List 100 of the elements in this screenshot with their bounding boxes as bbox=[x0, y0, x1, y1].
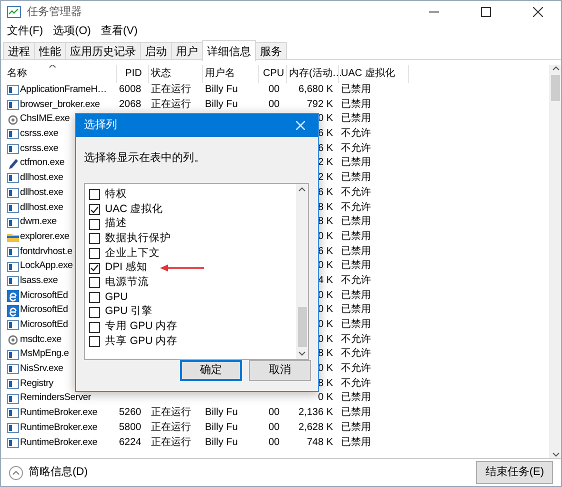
option-label[interactable]: 数据执行保护 bbox=[105, 231, 171, 247]
table-cell: 5800 bbox=[119, 422, 142, 433]
list-scrollbar[interactable] bbox=[296, 184, 308, 359]
table-cell: 已禁用 bbox=[341, 260, 371, 272]
window-icon bbox=[7, 172, 19, 184]
tab[interactable]: 启动 bbox=[140, 42, 172, 59]
option-label[interactable]: 企业上下文 bbox=[105, 246, 160, 262]
checkbox[interactable] bbox=[89, 306, 100, 318]
checkbox[interactable] bbox=[89, 248, 100, 260]
column-header[interactable]: 用户名 bbox=[205, 68, 235, 79]
end-task-button[interactable]: 结束任务(E) bbox=[476, 461, 553, 484]
scroll-up-icon[interactable] bbox=[552, 65, 560, 71]
option-label[interactable]: GPU 引擎 bbox=[105, 304, 153, 320]
table-cell: Billy Fu bbox=[205, 84, 238, 95]
process-name: dllhost.exe bbox=[20, 171, 64, 186]
table-cell: 6008 bbox=[119, 84, 142, 95]
window-icon bbox=[7, 422, 19, 434]
option-label[interactable]: UAC 虚拟化 bbox=[105, 202, 164, 218]
tab[interactable]: 详细信息 bbox=[202, 40, 256, 61]
e-logo-icon bbox=[7, 290, 19, 302]
process-name: RemindersServer bbox=[20, 391, 91, 406]
process-name: LockApp.exe bbox=[20, 259, 73, 274]
process-name: csrss.exe bbox=[20, 142, 58, 156]
table-cell: 正在运行 bbox=[151, 436, 191, 448]
scroll-thumb[interactable] bbox=[551, 75, 560, 101]
cancel-button[interactable]: 取消 bbox=[249, 360, 311, 381]
process-name: ChsIME.exe bbox=[20, 112, 70, 126]
scroll-down-icon[interactable] bbox=[298, 351, 306, 357]
checkbox[interactable] bbox=[89, 218, 100, 230]
checkbox[interactable] bbox=[89, 233, 100, 244]
option-label[interactable]: GPU bbox=[105, 290, 128, 306]
table-cell: 已禁用 bbox=[341, 290, 371, 301]
process-name: csrss.exe bbox=[20, 127, 58, 142]
table-cell: 2,628 K bbox=[298, 422, 333, 433]
window-icon bbox=[7, 260, 19, 273]
column-header[interactable]: CPU bbox=[262, 68, 284, 79]
table-cell: 已禁用 bbox=[341, 422, 371, 433]
table-cell: Billy Fu bbox=[205, 422, 238, 433]
process-name: fontdrvhost.e bbox=[20, 244, 72, 259]
table-cell: 748 K bbox=[306, 436, 333, 448]
checkbox[interactable] bbox=[89, 262, 100, 274]
process-name: MicrosoftEd bbox=[20, 303, 68, 318]
collapse-icon[interactable] bbox=[9, 466, 23, 480]
window-icon bbox=[7, 392, 19, 405]
table-cell: 不允许 bbox=[341, 334, 371, 345]
sort-icon[interactable] bbox=[49, 65, 56, 68]
app-icon bbox=[7, 6, 21, 18]
checkbox[interactable] bbox=[89, 204, 100, 216]
table-cell: 不允许 bbox=[341, 363, 371, 374]
option-label[interactable]: DPI 感知 bbox=[105, 260, 148, 276]
window-icon bbox=[7, 363, 19, 376]
details-toggle[interactable]: 简略信息(D) bbox=[28, 464, 88, 481]
table-cell: 已禁用 bbox=[341, 172, 371, 184]
column-header[interactable]: 内存(活动… bbox=[289, 68, 342, 79]
process-name: explorer.exe bbox=[20, 230, 70, 244]
table-cell: 5260 bbox=[119, 407, 142, 418]
tab[interactable]: 服务 bbox=[255, 42, 287, 59]
checkbox[interactable] bbox=[89, 322, 100, 333]
table-cell: 已禁用 bbox=[341, 216, 371, 228]
tab[interactable]: 进程 bbox=[3, 42, 35, 59]
process-name: msdtc.exe bbox=[20, 332, 62, 347]
table-cell: 6,680 K bbox=[298, 84, 333, 95]
close-icon[interactable] bbox=[533, 7, 543, 17]
checkbox[interactable] bbox=[89, 277, 100, 288]
menu-item[interactable]: 查看(V) bbox=[100, 22, 138, 40]
window-icon bbox=[7, 348, 19, 361]
table-cell: 已禁用 bbox=[341, 392, 371, 404]
menu-item[interactable]: 文件(F) bbox=[7, 22, 44, 40]
ok-button[interactable]: 确定 bbox=[180, 360, 242, 381]
table-cell: 00 bbox=[268, 436, 280, 448]
scrollbar[interactable] bbox=[549, 65, 561, 458]
scroll-down-icon[interactable] bbox=[552, 452, 560, 458]
tab[interactable]: 应用历史记录 bbox=[65, 42, 141, 59]
option-label[interactable]: 特权 bbox=[105, 186, 127, 203]
column-header[interactable]: UAC 虚拟化 bbox=[341, 68, 395, 79]
column-header[interactable]: PID bbox=[125, 68, 142, 79]
maximize-icon[interactable] bbox=[481, 7, 491, 17]
window-icon bbox=[7, 319, 19, 332]
column-header[interactable]: 状态 bbox=[151, 68, 171, 79]
checkbox[interactable] bbox=[89, 292, 100, 304]
table-cell: 792 K bbox=[306, 98, 333, 110]
tab[interactable]: 用户 bbox=[171, 42, 203, 59]
table-cell: 正在运行 bbox=[151, 84, 191, 95]
option-label[interactable]: 共享 GPU 内存 bbox=[105, 334, 178, 350]
table-cell: 正在运行 bbox=[151, 407, 191, 418]
process-name: MicrosoftEd bbox=[20, 318, 68, 332]
option-label[interactable]: 描述 bbox=[105, 216, 127, 232]
table-cell: 已禁用 bbox=[341, 246, 371, 257]
table-cell: 6224 bbox=[119, 436, 142, 448]
option-label[interactable]: 专用 GPU 内存 bbox=[105, 319, 178, 335]
scroll-thumb[interactable] bbox=[298, 307, 306, 347]
scroll-up-icon[interactable] bbox=[298, 186, 306, 192]
checkbox[interactable] bbox=[89, 189, 100, 200]
checkbox[interactable] bbox=[89, 336, 100, 348]
column-header[interactable]: 名称 bbox=[7, 68, 27, 79]
option-label[interactable]: 电源节流 bbox=[105, 275, 149, 291]
table-cell: 2,136 K bbox=[298, 407, 333, 418]
menu-item[interactable]: 选项(O) bbox=[53, 22, 91, 40]
tab[interactable]: 性能 bbox=[34, 42, 66, 59]
window-icon bbox=[7, 246, 19, 258]
